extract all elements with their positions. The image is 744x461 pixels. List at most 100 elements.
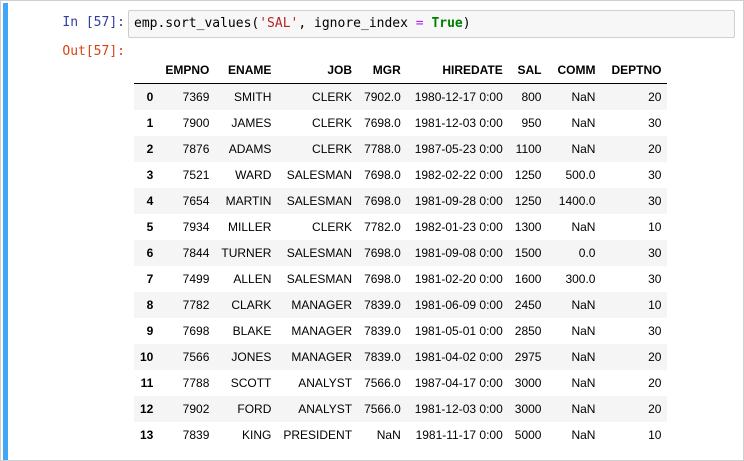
table-cell: 10 <box>648 428 662 442</box>
table-cell: 1250 <box>514 194 542 208</box>
notebook-cell[interactable]: In [57]: emp.sort_values('SAL', ignore_i… <box>0 0 744 461</box>
table-cell: NaN <box>376 428 401 442</box>
table-cell: 1982-02-22 0:00 <box>414 168 503 182</box>
table-cell: 1981-09-08 0:00 <box>414 246 503 260</box>
column-header: DEPTNO <box>601 57 668 84</box>
table-cell: 7654 <box>182 194 210 208</box>
column-header: HIREDATE <box>406 57 509 84</box>
table-cell: 30 <box>648 246 662 260</box>
row-index: 1 <box>146 116 154 130</box>
row-index: 0 <box>146 90 154 104</box>
code-editor[interactable]: emp.sort_values('SAL', ignore_index = Tr… <box>128 10 735 38</box>
table-cell: 7698.0 <box>364 272 401 286</box>
code-object: emp.sort_values( <box>134 16 260 31</box>
table-cell: SALESMAN <box>286 246 353 260</box>
column-header: EMPNO <box>159 57 216 84</box>
table-cell: 3000 <box>514 402 542 416</box>
row-index: 3 <box>146 168 154 182</box>
table-cell: 1300 <box>514 220 542 234</box>
column-header: COMM <box>547 57 602 84</box>
table-cell: CLERK <box>312 90 353 104</box>
dataframe-output: EMPNO ENAME JOB MGR HIREDATE SAL COMM DE… <box>134 57 668 448</box>
table-cell: 30 <box>648 168 662 182</box>
table-row: 3 7521 WARD SALESMAN 7698.0 1982-02-22 0:00 12… <box>134 162 668 188</box>
table-cell: 7839.0 <box>364 350 401 364</box>
table-cell: WARD <box>235 168 272 182</box>
table-cell: 7788.0 <box>364 142 401 156</box>
table-cell: 1981-04-02 0:00 <box>414 350 503 364</box>
row-index: 9 <box>146 324 154 338</box>
table-row: 1 7900 JAMES CLERK 7698.0 1981-12-03 0:00 950 N… <box>134 110 668 136</box>
column-header: SAL <box>508 57 548 84</box>
table-cell: 1981-06-09 0:00 <box>414 298 503 312</box>
table-cell: SALESMAN <box>286 168 353 182</box>
output-prompt: Out[57]: <box>62 44 125 59</box>
table-cell: 7698.0 <box>364 116 401 130</box>
table-cell: CLERK <box>312 116 353 130</box>
input-prompt: In [57]: <box>62 15 125 30</box>
table-body: 0 7369 SMITH CLERK 7902.0 1980-12-17 0:00 800 N… <box>134 83 668 448</box>
table-cell: 7369 <box>182 90 210 104</box>
table-cell: 7876 <box>182 142 210 156</box>
table-cell: 7698 <box>182 324 210 338</box>
table-cell: 7934 <box>182 220 210 234</box>
table-cell: 2450 <box>514 298 542 312</box>
table-cell: ADAMS <box>228 142 272 156</box>
table-row: 5 7934 MILLER CLERK 7782.0 1982-01-23 0:00 130… <box>134 214 668 240</box>
table-cell: MILLER <box>228 220 272 234</box>
table-cell: 7566.0 <box>364 402 401 416</box>
row-index: 5 <box>146 220 154 234</box>
table-cell: NaN <box>571 376 596 390</box>
table-cell: CLARK <box>231 298 272 312</box>
table-cell: PRESIDENT <box>283 428 353 442</box>
table-cell: 1982-01-23 0:00 <box>414 220 503 234</box>
table-cell: 1400.0 <box>558 194 596 208</box>
table-cell: 7839 <box>182 428 210 442</box>
table-cell: NaN <box>571 116 596 130</box>
code-keyword: True <box>431 16 463 31</box>
table-cell: 5000 <box>514 428 542 442</box>
row-index: 13 <box>140 428 154 442</box>
index-header <box>134 57 160 84</box>
table-cell: ALLEN <box>233 272 272 286</box>
column-header: MGR <box>358 57 407 84</box>
table-cell: 7566 <box>182 350 210 364</box>
table-cell: 0.0 <box>578 246 596 260</box>
table-cell: 20 <box>648 376 662 390</box>
table-row: 11 7788 SCOTT ANALYST 7566.0 1987-04-17 0:00 3… <box>134 370 668 396</box>
table-cell: 7521 <box>182 168 210 182</box>
table-cell: 800 <box>521 90 542 104</box>
table-cell: NaN <box>571 428 596 442</box>
table-cell: SALESMAN <box>286 194 353 208</box>
table-cell: 1500 <box>514 246 542 260</box>
table-cell: 1987-05-23 0:00 <box>414 142 503 156</box>
table-cell: MARTIN <box>225 194 272 208</box>
table-cell: NaN <box>571 350 596 364</box>
table-cell: SALESMAN <box>286 272 353 286</box>
table-cell: CLERK <box>312 220 353 234</box>
table-cell: 500.0 <box>565 168 596 182</box>
table-cell: 10 <box>648 220 662 234</box>
table-cell: 7698.0 <box>364 194 401 208</box>
row-index: 6 <box>146 246 154 260</box>
table-cell: SMITH <box>234 90 272 104</box>
table-cell: ANALYST <box>298 402 353 416</box>
code-close-paren: ) <box>462 16 471 31</box>
table-cell: NaN <box>571 220 596 234</box>
table-cell: 7782 <box>182 298 210 312</box>
table-cell: 20 <box>648 350 662 364</box>
table-cell: 2975 <box>514 350 542 364</box>
table-row: 7 7499 ALLEN SALESMAN 7698.0 1981-02-20 0:00 1… <box>134 266 668 292</box>
table-cell: 30 <box>648 272 662 286</box>
table-cell: 1250 <box>514 168 542 182</box>
table-cell: 7788 <box>182 376 210 390</box>
table-cell: 1981-09-28 0:00 <box>414 194 503 208</box>
table-row: 4 7654 MARTIN SALESMAN 7698.0 1981-09-28 0:00… <box>134 188 668 214</box>
table-row: 12 7902 FORD ANALYST 7566.0 1981-12-03 0:00 30… <box>134 396 668 422</box>
row-index: 11 <box>140 376 154 390</box>
table-cell: 1981-05-01 0:00 <box>414 324 503 338</box>
table-cell: 7900 <box>182 116 210 130</box>
dataframe-table: EMPNO ENAME JOB MGR HIREDATE SAL COMM DE… <box>134 57 668 448</box>
table-cell: BLAKE <box>232 324 272 338</box>
table-cell: 2850 <box>514 324 542 338</box>
